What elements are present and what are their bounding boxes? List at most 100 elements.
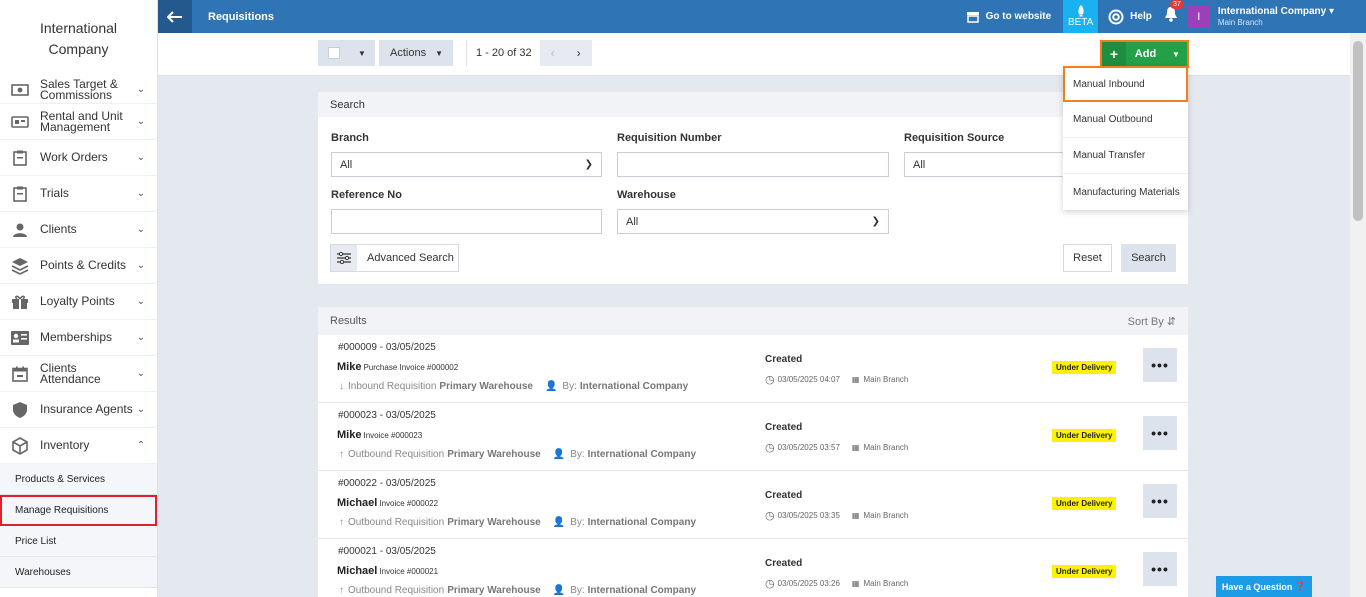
branch-label: Branch (331, 132, 369, 144)
row-date: ◷ 03/05/2025 03:26 ▦ Main Branch (765, 578, 909, 590)
row-date: ◷ 03/05/2025 03:35 ▦ Main Branch (765, 510, 909, 522)
arrow-up-icon: ↑ (339, 449, 344, 460)
advanced-search-label: Advanced Search (367, 252, 454, 264)
chevron-down-icon: ❯ (584, 159, 593, 170)
sidebar-subitem-price-list[interactable]: Price List (0, 526, 157, 557)
building-icon: ▦ (851, 443, 860, 452)
sidebar-item-memberships[interactable]: Memberships ⌄ (0, 320, 157, 356)
customer-name: Mike Purchase Invoice #000002 (337, 361, 459, 373)
row-date: ◷ 03/05/2025 04:07 ▦ Main Branch (765, 374, 909, 386)
chevron-down-icon: ❯ (871, 216, 880, 227)
page-scrollbar[interactable] (1350, 33, 1366, 597)
requisition-number: #000023 - 03/05/2025 (338, 410, 436, 421)
sort-by-button[interactable]: Sort By ⇵ (1128, 315, 1176, 328)
sidebar-item-work-orders[interactable]: Work Orders ⌄ (0, 140, 157, 176)
branch-select-value: All (340, 158, 353, 171)
search-button[interactable]: Search (1121, 244, 1176, 272)
clipboard-icon (10, 184, 30, 204)
chevron-up-icon: ⌃ (136, 440, 146, 451)
sidebar-item-insurance-agents[interactable]: Insurance Agents ⌄ (0, 392, 157, 428)
warehouse-select[interactable]: All ❯ (617, 209, 889, 234)
more-actions-button[interactable]: ••• (1143, 484, 1177, 518)
user-icon: 👤 (544, 381, 558, 392)
help-link[interactable]: Help (1108, 9, 1152, 25)
select-all-dropdown[interactable]: ▼ (318, 40, 375, 66)
results-title: Results (330, 315, 367, 327)
table-row[interactable]: #000021 - 03/05/2025 Michael Invoice #000… (318, 539, 1188, 597)
arrow-left-icon (167, 10, 182, 23)
requisition-number: #000022 - 03/05/2025 (338, 478, 436, 489)
requisition-meta: ↑ Outbound Requisition Primary Warehouse … (339, 449, 697, 460)
add-label: Add (1134, 48, 1157, 60)
sidebar-toggle-button[interactable] (158, 0, 192, 33)
sidebar-item-label: Memberships (40, 330, 113, 344)
sidebar-item-loyalty-points[interactable]: Loyalty Points ⌄ (0, 284, 157, 320)
have-a-question-button[interactable]: Have a Question ❓ (1216, 576, 1312, 597)
sidebar-subitem-warehouses[interactable]: Warehouses (0, 557, 157, 588)
reference-no-input[interactable] (331, 209, 602, 234)
sidebar-item-clients[interactable]: Clients ⌄ (0, 212, 157, 248)
branch-select[interactable]: All ❯ (331, 152, 602, 177)
building-icon: ▦ (851, 579, 860, 588)
sidebar-item-inventory[interactable]: Inventory ⌃ (0, 428, 157, 464)
scrollbar-thumb[interactable] (1353, 41, 1363, 221)
lifebuoy-icon (1108, 9, 1124, 24)
user-icon: 👤 (552, 585, 566, 596)
menu-item-manual-inbound[interactable]: Manual Inbound (1063, 66, 1188, 102)
user-icon: 👤 (552, 517, 566, 528)
rental-icon (10, 112, 30, 132)
table-row[interactable]: #000009 - 03/05/2025 Mike Purchase Invoic… (318, 335, 1188, 403)
arrow-down-icon: ↓ (339, 381, 344, 392)
sidebar-item-rental[interactable]: Rental and Unit Management ⌄ (0, 104, 157, 140)
select-all-checkbox[interactable] (328, 47, 340, 59)
add-dropdown-menu: Manual Inbound Manual Outbound Manual Tr… (1063, 66, 1188, 210)
reset-button[interactable]: Reset (1063, 244, 1112, 272)
go-to-website-link[interactable]: Go to website (966, 11, 1051, 23)
prev-page-button[interactable]: ‹ (539, 40, 566, 66)
invoice-ref: Invoice #000023 (363, 431, 423, 440)
menu-item-manual-transfer[interactable]: Manual Transfer (1063, 138, 1188, 174)
user-icon: 👤 (552, 449, 566, 460)
more-actions-button[interactable]: ••• (1143, 348, 1177, 382)
sidebar-item-trials[interactable]: Trials ⌄ (0, 176, 157, 212)
id-card-icon (10, 328, 30, 348)
actions-dropdown[interactable]: Actions ▼ (379, 40, 453, 66)
calendar-icon (10, 364, 30, 384)
chevron-down-icon: ⌄ (136, 84, 146, 95)
rocket-icon (1078, 5, 1084, 17)
brand-name[interactable]: International Company (0, 0, 157, 78)
sidebar-item-points-credits[interactable]: Points & Credits ⌄ (0, 248, 157, 284)
invoice-ref: Invoice #000021 (379, 567, 439, 576)
chevron-down-icon: ⌄ (136, 188, 146, 199)
store-icon (966, 11, 979, 23)
add-button[interactable]: + Add ▼ (1100, 40, 1189, 68)
clock-icon: ◷ (765, 442, 775, 454)
more-actions-button[interactable]: ••• (1143, 416, 1177, 450)
account-menu[interactable]: International Company ▾ Main Branch (1218, 6, 1334, 28)
caret-down-icon: ▼ (1172, 49, 1180, 59)
actions-label: Actions (390, 47, 427, 59)
more-actions-button[interactable]: ••• (1143, 552, 1177, 586)
requisition-number: #000009 - 03/05/2025 (338, 342, 436, 353)
table-row[interactable]: #000023 - 03/05/2025 Mike Invoice #000023… (318, 403, 1188, 471)
advanced-search-button[interactable]: Advanced Search (330, 244, 459, 272)
table-row[interactable]: #000022 - 03/05/2025 Michael Invoice #000… (318, 471, 1188, 539)
pagination-text: 1 - 20 of 32 (476, 47, 532, 59)
sidebar-item-clients-attendance[interactable]: Clients Attendance ⌄ (0, 356, 157, 392)
sidebar-subitem-products-services[interactable]: Products & Services (0, 464, 157, 495)
notifications-button[interactable]: 37 (1164, 0, 1184, 27)
requisition-number-input[interactable] (617, 152, 889, 177)
sidebar-item-label: Sales Target & Commissions (40, 76, 118, 102)
sidebar-subitem-manage-requisitions[interactable]: Manage Requisitions (0, 495, 157, 526)
sidebar-item-sales-target[interactable]: Sales Target & Commissions ⌄ (0, 76, 157, 104)
menu-item-manual-outbound[interactable]: Manual Outbound (1063, 102, 1188, 138)
caret-down-icon: ▼ (435, 48, 443, 58)
next-page-button[interactable]: › (565, 40, 592, 66)
clock-icon: ◷ (765, 578, 775, 590)
avatar[interactable]: I (1187, 5, 1210, 28)
caret-down-icon: ▼ (358, 48, 366, 58)
customer-name: Michael Invoice #000021 (337, 565, 439, 577)
menu-item-manufacturing-materials[interactable]: Manufacturing Materials (1063, 174, 1188, 210)
page-title: Requisitions (208, 10, 275, 23)
beta-button[interactable]: BETA (1063, 0, 1099, 33)
